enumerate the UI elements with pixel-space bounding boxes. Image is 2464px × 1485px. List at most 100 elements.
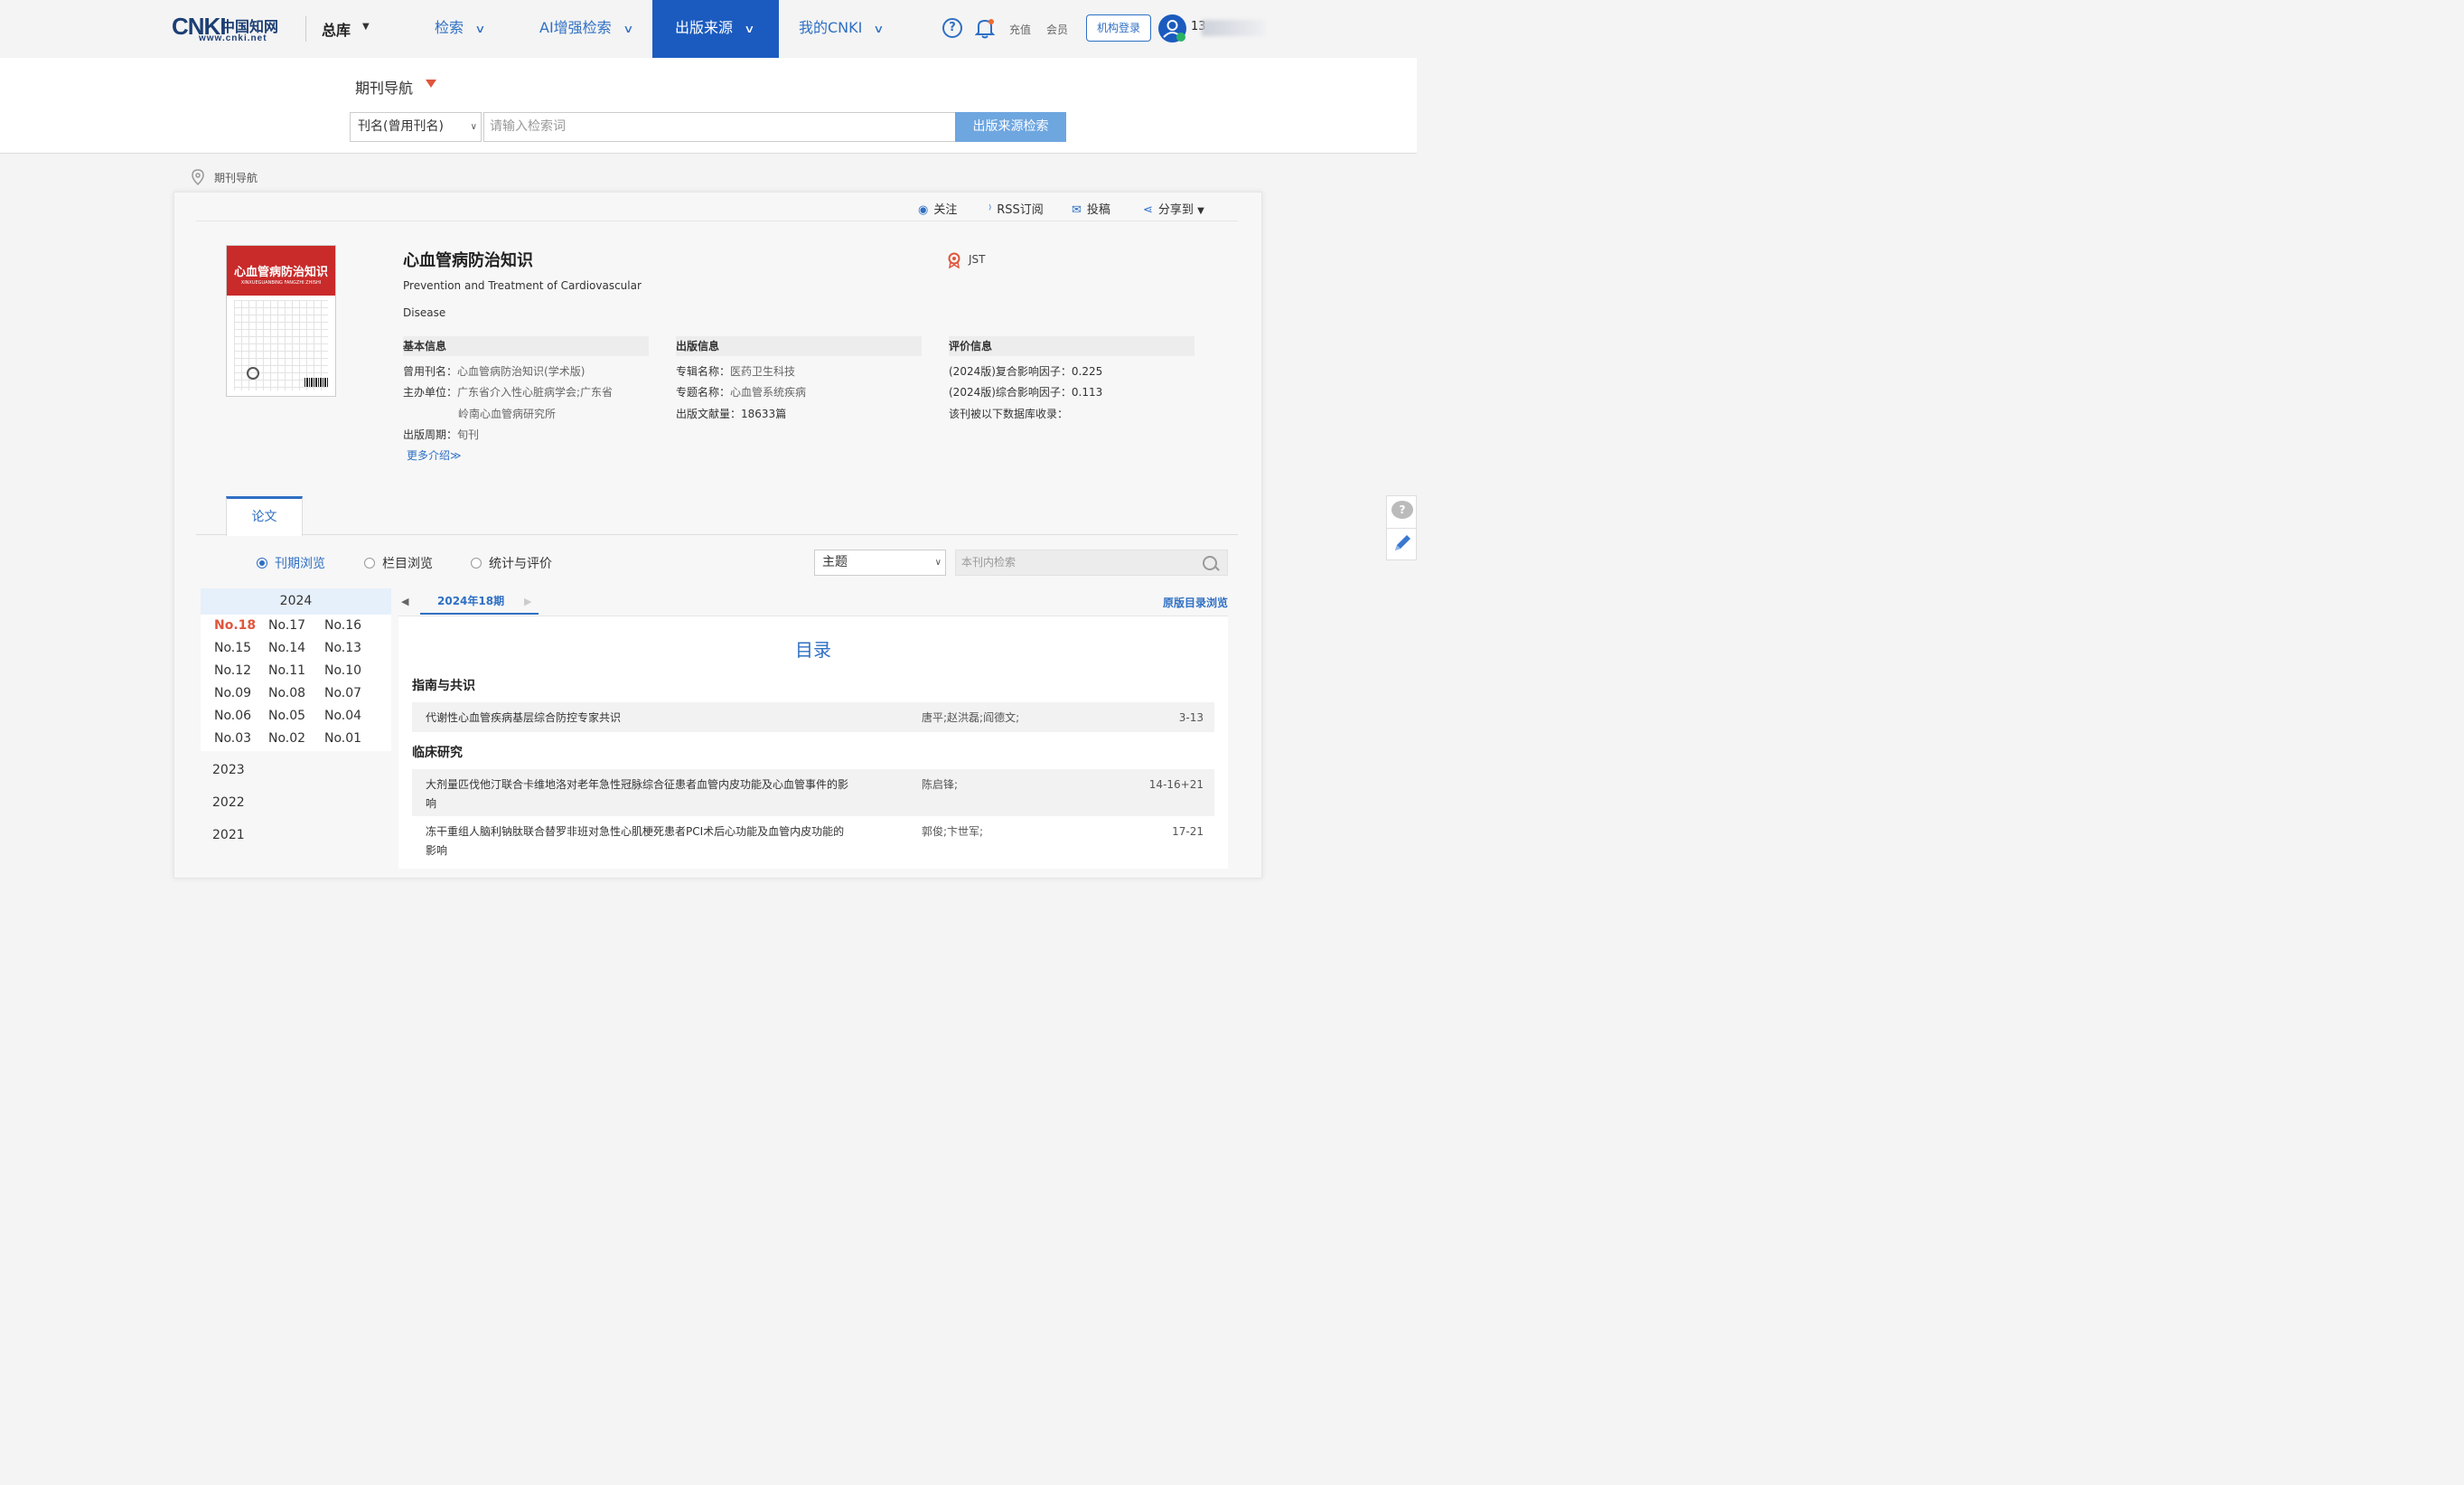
database-selector[interactable]: 总库 — [322, 18, 351, 40]
count-label: 出版文献量： — [676, 408, 742, 420]
share-button[interactable]: ⋖ 分享到 ▼ — [1143, 200, 1204, 217]
submit-button[interactable]: ✉ 投稿 — [1072, 200, 1110, 217]
journal-title-en: Prevention and Treatment of Cardiovascul… — [403, 279, 642, 292]
issue-item[interactable]: No.18 — [214, 618, 268, 633]
eye-icon: ◉ — [918, 203, 929, 217]
search-icon[interactable] — [1203, 556, 1217, 570]
article-title[interactable]: 大剂量匹伐他汀联合卡维地洛对老年急性冠脉综合征患者血管内皮功能及心血管事件的影响 — [426, 775, 850, 813]
former-name-row: 曾用刊名：心血管病防治知识(学术版) — [403, 364, 585, 379]
member-link[interactable]: 会员 — [1046, 22, 1068, 37]
article-title[interactable]: 代谢性心血管疾病基层综合防控专家共识 — [426, 709, 850, 728]
journal-nav-label[interactable]: 期刊导航 — [355, 76, 413, 98]
issue-item[interactable]: No.11 — [268, 663, 323, 678]
search-input[interactable]: 请输入检索词 — [483, 112, 956, 142]
caret-down-icon[interactable]: ▼ — [362, 22, 370, 32]
issue-item[interactable]: No.01 — [324, 731, 379, 746]
if-composite-row: (2024版)复合影响因子：0.225 — [949, 364, 1102, 379]
issue-item[interactable]: No.15 — [214, 641, 268, 655]
year-2024-header[interactable]: 2024 — [201, 588, 391, 615]
radio-label: 刊期浏览 — [275, 557, 325, 571]
year-item[interactable]: 2022 — [212, 795, 245, 810]
toc-title: 目录 — [795, 639, 831, 661]
if-composite-value: 0.225 — [1071, 365, 1103, 378]
share-icon: ⋖ — [1143, 203, 1153, 217]
issue-item[interactable]: No.05 — [268, 709, 323, 723]
topic-select[interactable]: 主题 ∨ — [814, 550, 946, 576]
triangle-down-icon[interactable] — [426, 80, 436, 88]
nav-ai-search[interactable]: AI增强检索 ∨ — [539, 0, 633, 58]
nav-search[interactable]: 检索 ∨ — [435, 0, 486, 58]
article-pages: 3-13 — [1178, 711, 1204, 724]
original-toc-link[interactable]: 原版目录浏览 — [1163, 595, 1228, 610]
count-row: 出版文献量：18633篇 — [676, 407, 786, 421]
cnki-logo[interactable]: CNKI 中国知网 www.cnki.net — [172, 13, 289, 43]
share-label: 分享到 — [1157, 203, 1194, 217]
award-icon — [947, 252, 961, 269]
follow-button[interactable]: ◉ 关注 — [918, 200, 957, 217]
logo-url: www.cnki.net — [199, 33, 267, 43]
recharge-link[interactable]: 充值 — [1009, 22, 1031, 37]
issue-item[interactable]: No.09 — [214, 686, 268, 700]
article-authors[interactable]: 陈启锋; — [922, 775, 958, 794]
toc-article-row[interactable]: 冻干重组人脑利钠肽联合替罗非班对急性心肌梗死患者PCI术后心功能及血管内皮功能的… — [412, 816, 1214, 857]
cycle-label: 出版周期： — [403, 428, 458, 441]
issue-item[interactable]: No.03 — [214, 731, 268, 746]
year-item[interactable]: 2023 — [212, 763, 245, 777]
search-field-select[interactable]: 刊名(曾用刊名) ∨ — [350, 112, 482, 142]
toc-section-heading: 指南与共识 — [412, 679, 475, 693]
nav-publication-sources[interactable]: 出版来源 ∨ — [652, 0, 779, 58]
issue-item[interactable]: No.10 — [324, 663, 379, 678]
radio-browse-by-issue[interactable]: 刊期浏览 — [257, 554, 325, 572]
journal-cover[interactable]: 心血管病防治知识 XINXUEGUANBING FANGZHI ZHISHI — [226, 245, 336, 397]
pencil-icon[interactable] — [1391, 532, 1413, 554]
issue-item[interactable]: No.13 — [324, 641, 379, 655]
chevron-down-icon: ∨ — [934, 558, 942, 568]
tab-papers[interactable]: 论文 — [226, 496, 303, 536]
article-pages: 14-16+21 — [1148, 778, 1204, 791]
issue-item[interactable]: No.06 — [214, 709, 268, 723]
bell-icon[interactable] — [974, 17, 996, 39]
more-intro-link[interactable]: 更多介绍≫ — [407, 447, 462, 463]
if-comprehensive-label: (2024版)综合影响因子： — [949, 386, 1072, 399]
in-journal-search-input[interactable]: 本刊内检索 — [955, 550, 1228, 576]
rss-button[interactable]: ⁾ RSS订阅 — [988, 200, 1044, 217]
nav-my-cnki[interactable]: 我的CNKI ∨ — [799, 0, 885, 58]
issue-item[interactable]: No.02 — [268, 731, 323, 746]
indexed-db-label: 该刊被以下数据库收录： — [949, 408, 1069, 420]
breadcrumb[interactable]: 期刊导航 — [214, 170, 258, 185]
cycle-row: 出版周期：旬刊 — [403, 428, 479, 442]
help-icon[interactable]: ? — [942, 18, 962, 38]
current-issue-tab[interactable]: 2024年18期 — [420, 588, 539, 615]
year-item[interactable]: 2021 — [212, 828, 245, 842]
issue-item[interactable]: No.08 — [268, 686, 323, 700]
issue-item[interactable]: No.14 — [268, 641, 323, 655]
radio-stats-evaluation[interactable]: 统计与评价 — [471, 554, 552, 572]
topic-label: 专题名称： — [676, 386, 731, 399]
issue-item[interactable]: No.12 — [214, 663, 268, 678]
caret-down-icon: ▼ — [1197, 206, 1204, 216]
source-search-button[interactable]: 出版来源检索 — [955, 112, 1066, 142]
radio-label: 统计与评价 — [489, 557, 552, 571]
article-title[interactable]: 冻干重组人脑利钠肽联合替罗非班对急性心肌梗死患者PCI术后心功能及血管内皮功能的… — [426, 822, 850, 860]
nav-ai-search-label: AI增强检索 — [539, 19, 612, 36]
toc-section-heading: 临床研究 — [412, 746, 463, 760]
article-authors[interactable]: 郭俊;卞世军; — [922, 822, 983, 841]
toc-article-row[interactable]: 代谢性心血管疾病基层综合防控专家共识 唐平;赵洪磊;阎德文; 3-13 — [412, 702, 1214, 732]
tab-divider — [196, 534, 1238, 535]
radio-browse-by-column[interactable]: 栏目浏览 — [364, 554, 433, 572]
org-login-button[interactable]: 机构登录 — [1086, 14, 1151, 42]
radio-dot — [471, 558, 482, 569]
toc-article-row[interactable]: 大剂量匹伐他汀联合卡维地洛对老年急性冠脉综合征患者血管内皮功能及心血管事件的影响… — [412, 769, 1214, 816]
sponsor-value-cont: 岭南心血管病研究所 — [458, 408, 557, 420]
user-avatar[interactable] — [1158, 14, 1186, 42]
issue-item[interactable]: No.07 — [324, 686, 379, 700]
basic-info-heading: 基本信息 — [403, 336, 649, 356]
article-authors[interactable]: 唐平;赵洪磊;阎德文; — [922, 709, 1019, 728]
next-issue-icon[interactable]: ▶ — [524, 596, 531, 607]
issue-item[interactable]: No.04 — [324, 709, 379, 723]
issue-item[interactable]: No.17 — [268, 618, 323, 633]
prev-issue-icon[interactable]: ◀ — [401, 596, 408, 607]
username-blur — [1202, 20, 1265, 36]
feedback-icon[interactable]: ? — [1391, 501, 1413, 519]
issue-item[interactable]: No.16 — [324, 618, 379, 633]
